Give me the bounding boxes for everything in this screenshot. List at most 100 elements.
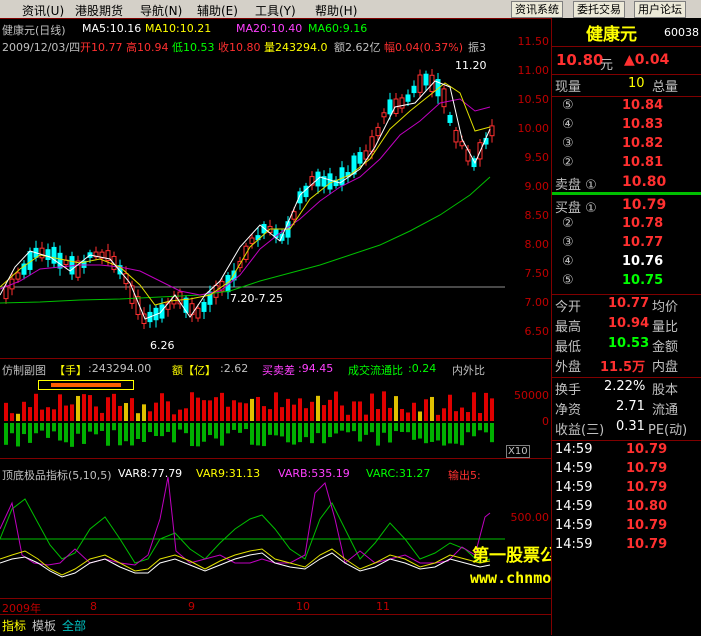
candle-body [399,97,405,109]
volume-bar-up [358,401,362,421]
candle-body [183,297,189,313]
volume-bar-up [166,401,170,421]
stat-value: 10.77 [608,296,650,311]
volume-bar-down [124,423,128,442]
volume-bar-up [412,402,416,421]
stat-eps-row: 收益(三) 0.31 PE(动) [552,419,701,439]
tick-row: 14:59 10.79 [552,442,701,462]
buy2-row[interactable]: ② 10.78 [552,216,701,236]
time-axis: 2009年 8 9 10 11 [0,598,551,615]
magenta-indicator-line [0,476,491,566]
volume-bar-down [154,423,158,437]
tab-template[interactable]: 模板 [32,617,56,634]
stat-label: 内盘 [652,360,679,375]
bid-price: 10.75 [622,273,664,288]
bid-price: 10.76 [622,254,664,269]
ask-price: 10.82 [622,136,664,151]
volume-bar-down [118,423,122,446]
candle-body [195,307,201,319]
news-system-button[interactable]: 资讯系统 [511,1,563,18]
tab-indicator[interactable]: 指标 [2,617,26,634]
stat-low-row: 最低 10.53 金额 [552,336,701,356]
tick-time: 14:59 [555,480,593,495]
ask-price: 10.84 [622,98,664,113]
candle-body [111,255,117,270]
menu-hk-futures[interactable]: 港股期货 [75,2,123,19]
volume-bar-down [442,423,446,446]
volume-panel[interactable]: 仿制副图 【手】 :243294.00 额【亿】 :2.62 买卖差 :94.4… [0,358,551,459]
menu-bar: 资讯(U) 港股期货 导航(N) 辅助(E) 工具(Y) 帮助(H) 资讯系统 … [0,0,701,18]
sell2-row[interactable]: ② 10.81 [552,155,701,175]
tick-time: 14:59 [555,461,593,476]
volume-bar-down [262,423,266,447]
buy1-row[interactable]: 买盘 ① 10.79 [552,197,701,217]
volume-bar-down [244,423,248,430]
volume-bar-up [328,399,332,421]
volume-bar-up [334,391,338,421]
volume-bar-down [322,423,326,444]
ask-level: ⑤ [562,98,574,113]
tick-price: 10.80 [626,499,668,514]
volume-bar-down [4,423,8,445]
menu-news[interactable]: 资讯(U) [22,2,64,19]
indicator-panel[interactable]: 顶底极品指标(5,10,5) VAR8:77.79 VAR9:31.13 VAR… [0,458,615,599]
time-tick: 9 [188,600,195,613]
stat-turnover-row: 换手 2.22% 股本 [552,379,701,399]
menu-tools[interactable]: 工具(Y) [255,2,296,19]
menu-help[interactable]: 帮助(H) [315,2,357,19]
stat-label: 换手 [555,383,582,398]
ma20-line [0,98,491,296]
volume-bar-up [490,398,494,421]
candle-body [45,249,51,260]
candle-body [159,304,165,319]
trade-button[interactable]: 委托交易 [573,1,625,18]
volume-bar-up [88,395,92,421]
candle-body [441,88,447,108]
stat-label: 收益(三) [555,423,605,438]
current-vol-value: 10 [628,76,645,91]
candle-body [15,272,21,280]
volume-bar-up [82,394,86,421]
volume-bar-up [178,409,182,421]
price-tick: 9.50 [524,151,550,164]
sell5-row[interactable]: ⑤ 10.84 [552,98,701,118]
ask-level: 卖盘 ① [555,178,597,193]
candle-body [375,126,381,137]
stat-label: PE(动) [648,423,688,438]
volume-bar-down [460,423,464,446]
total-vol-label: 总量 [652,80,679,95]
volume-bar-up [406,412,410,421]
sell4-row[interactable]: ④ 10.83 [552,117,701,137]
volume-bar-up [286,398,290,421]
ask-price: 10.83 [622,117,664,132]
volume-header-row: 现量 10 总量 [552,76,701,96]
volume-bar-down [178,423,182,430]
menu-assist[interactable]: 辅助(E) [197,2,238,19]
volume-bar-up [214,397,218,421]
price-change: ▲0.04 [624,52,670,68]
volume-bar-up [112,393,116,421]
volume-bar-up [292,404,296,421]
volume-bar-down [412,423,416,440]
volume-bar-down [160,423,164,437]
buy3-row[interactable]: ③ 10.77 [552,235,701,255]
ask-level: ③ [562,136,574,151]
buy4-row[interactable]: ④ 10.76 [552,254,701,274]
vol-axis-tick: 50000 [514,389,549,402]
volume-bar-up [322,405,326,421]
forum-button[interactable]: 用户论坛 [634,1,686,18]
buy5-row[interactable]: ⑤ 10.75 [552,273,701,293]
time-tick: 8 [90,600,97,613]
tab-all[interactable]: 全部 [62,617,86,634]
stat-label: 净资 [555,403,582,418]
volume-bar-down [292,423,296,445]
volume-bar-down [10,423,14,434]
sell3-row[interactable]: ③ 10.82 [552,136,701,156]
menu-navigate[interactable]: 导航(N) [140,2,182,19]
kline-panel[interactable]: 健康元(日线) MA5:10.16 MA10:10.21 MA20:10.40 … [0,18,551,359]
volume-bar-down [130,423,134,446]
volume-bar-down [472,423,476,437]
sell1-row[interactable]: 卖盘 ① 10.80 [552,174,701,194]
time-tick: 10 [296,600,310,613]
tick-price: 10.79 [626,537,668,552]
